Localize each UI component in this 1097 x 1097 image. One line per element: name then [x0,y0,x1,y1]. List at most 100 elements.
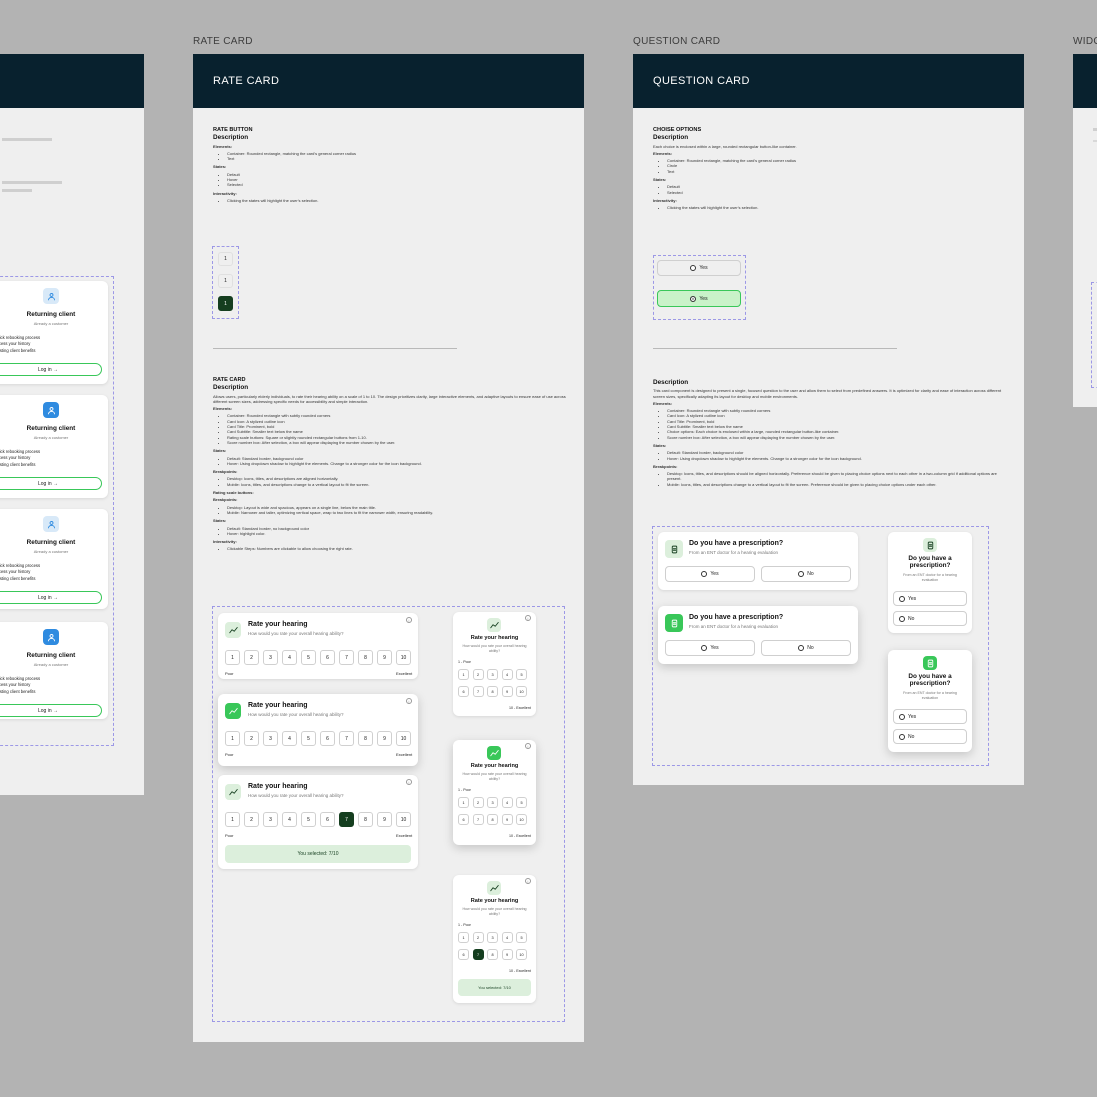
rate-scale-button[interactable]: 7 [339,812,354,827]
rate-scale-button[interactable]: 10 [516,814,527,825]
rate-button-selected[interactable]: 1 [218,296,233,311]
rating-interactivity-label: Interactivity: [213,539,237,545]
answer-yes-button[interactable]: Yes [893,709,967,724]
rate-scale-button[interactable]: 5 [516,669,527,680]
rate-scale-button[interactable]: 7 [472,686,484,697]
rate-scale-button[interactable]: 4 [282,650,297,665]
rate-scale-button[interactable]: 2 [472,669,484,680]
info-icon[interactable]: i [525,743,531,749]
rating-buttons-label: Rating scale buttons: [213,490,254,496]
rating-breakpoints-list: Desktop: Layout is wide and spacious, ap… [213,505,568,516]
question-section-divider [653,348,897,349]
rate-scale-button[interactable]: 9 [377,812,392,827]
user-icon [43,288,59,304]
rate-scale-button[interactable]: 1 [225,731,240,746]
rate-scale-button[interactable]: 6 [458,949,469,960]
rate-scale-button[interactable]: 6 [458,686,469,697]
rate-scale-button[interactable]: 10 [516,949,527,960]
rate-scale-button[interactable]: 4 [282,731,297,746]
rate-scale-button[interactable]: 4 [501,669,513,680]
rate-card-desktop: Rate your hearing How would you rate your… [218,613,418,679]
rate-scale-button[interactable]: 2 [244,731,259,746]
rate-scale-button[interactable]: 10 [396,812,411,827]
states-label: States: [213,164,227,170]
login-button[interactable]: Log in → [0,363,102,376]
rate-scale-button[interactable]: 6 [320,731,335,746]
rate-scale-button[interactable]: 9 [501,949,513,960]
rate-scale-button[interactable]: 10 [396,650,411,665]
rate-scale-button[interactable]: 9 [377,731,392,746]
rate-scale-button[interactable]: 9 [501,686,513,697]
rate-scale-button[interactable]: 5 [301,731,316,746]
rate-scale-button[interactable]: 8 [487,814,498,825]
answer-yes-button[interactable]: Yes [893,591,967,606]
info-icon[interactable]: i [406,779,412,785]
choice-option-default[interactable]: Yes [657,260,741,276]
rate-scale-button[interactable]: 1 [458,669,469,680]
rate-scale-button[interactable]: 6 [320,650,335,665]
rate-scale-button[interactable]: 3 [263,812,278,827]
rate-scale-button[interactable]: 6 [458,814,469,825]
info-icon[interactable]: i [406,698,412,704]
rate-card-subtitle: How would you rate your overall hearing … [248,712,344,717]
rate-scale-button[interactable]: 5 [516,932,527,943]
benefit-item: Existing client benefits [0,688,36,694]
rate-scale-button[interactable]: 7 [472,814,484,825]
rate-scale-button[interactable]: 2 [472,797,484,808]
answer-no-button[interactable]: No [893,611,967,626]
rate-scale-button[interactable]: 7 [472,949,484,960]
rate-scale-button[interactable]: 9 [377,650,392,665]
rate-scale-button[interactable]: 7 [339,731,354,746]
rate-scale-button[interactable]: 10 [516,686,527,697]
rate-scale-button[interactable]: 1 [225,812,240,827]
rate-scale-button[interactable]: 8 [487,949,498,960]
q-elements-list: Container: Rounded rectangle, matching t… [653,158,1003,174]
answer-yes-button[interactable]: Yes [665,640,755,656]
login-button[interactable]: Log in → [0,591,102,604]
rate-scale-button[interactable]: 1 [225,650,240,665]
info-icon[interactable]: i [406,617,412,623]
rate-scale-button[interactable]: 8 [358,812,373,827]
rate-button-hover[interactable]: 1 [218,274,233,288]
rate-scale-button[interactable]: 8 [358,650,373,665]
rate-scale-button[interactable]: 3 [263,731,278,746]
choice-option-selected[interactable]: Yes [657,290,741,307]
login-button[interactable]: Log in → [0,704,102,717]
rate-scale-button[interactable]: 1 [458,932,469,943]
doc-list-item: Hover: Using dropdown shadow to highligh… [227,461,568,466]
answer-no-button[interactable]: No [761,566,851,582]
rate-scale-button[interactable]: 8 [487,686,498,697]
login-button[interactable]: Log in → [0,477,102,490]
rate-scale-button[interactable]: 10 [396,731,411,746]
answer-no-button[interactable]: No [893,729,967,744]
poor-label: Poor [225,671,234,676]
rate-scale-button[interactable]: 7 [339,650,354,665]
choice-desc-heading: Description [653,134,689,142]
rate-scale-button[interactable]: 4 [282,812,297,827]
rate-scale-button[interactable]: 3 [487,797,498,808]
rate-scale-button[interactable]: 4 [501,932,513,943]
info-icon[interactable]: i [525,615,531,621]
rate-scale-button[interactable]: 1 [458,797,469,808]
answer-no-button[interactable]: No [761,640,851,656]
info-icon[interactable]: i [525,878,531,884]
rate-scale-button[interactable]: 3 [487,669,498,680]
elements-label: Elements: [213,143,233,149]
rate-scale-button[interactable]: 8 [358,731,373,746]
rate-scale-button[interactable]: 3 [263,650,278,665]
answer-yes-button[interactable]: Yes [665,566,755,582]
rate-scale-button[interactable]: 2 [244,812,259,827]
rate-scale-button[interactable]: 2 [472,932,484,943]
rate-scale-button[interactable]: 5 [516,797,527,808]
rate-scale-button[interactable]: 9 [501,814,513,825]
rate-scale-button[interactable]: 5 [301,650,316,665]
rate-scale-button[interactable]: 2 [244,650,259,665]
rate-scale-button[interactable]: 4 [501,797,513,808]
rate-scale-button[interactable]: 5 [301,812,316,827]
trend-icon [225,703,241,719]
q-states-label: States: [653,177,667,183]
rate-scale-button[interactable]: 3 [487,932,498,943]
excellent-label: 10 - Excellent [509,969,531,973]
rate-button-default[interactable]: 1 [218,252,233,266]
rate-scale-button[interactable]: 6 [320,812,335,827]
